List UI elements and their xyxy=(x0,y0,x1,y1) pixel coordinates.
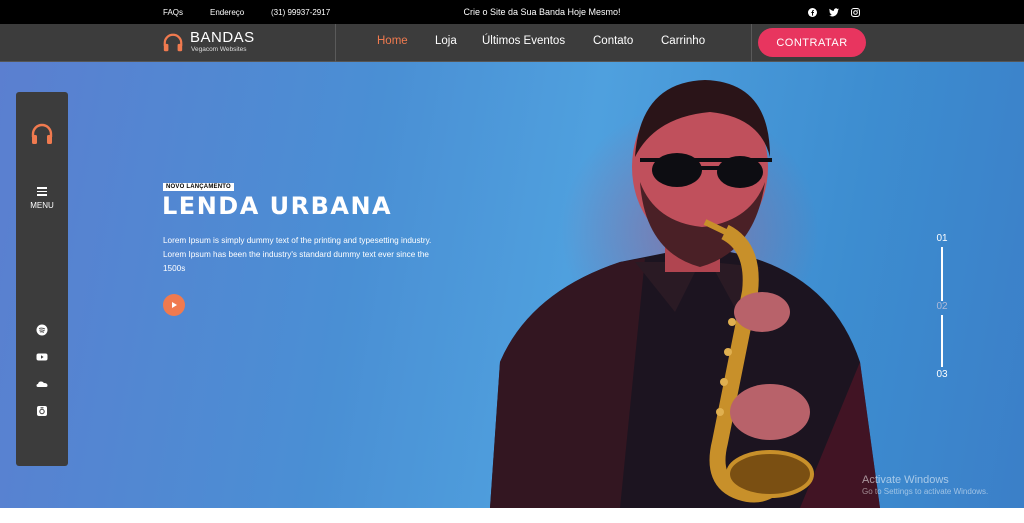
headphones-logo-icon[interactable] xyxy=(162,32,184,54)
activate-windows-subtitle: Go to Settings to activate Windows. xyxy=(862,487,989,496)
facebook-icon[interactable] xyxy=(806,6,818,18)
spotify-icon[interactable] xyxy=(36,324,48,336)
youtube-icon[interactable] xyxy=(36,351,48,363)
main-nav: BANDAS Vegacom Websites Home Loja Último… xyxy=(0,24,1024,62)
nav-item-carrinho[interactable]: Carrinho xyxy=(661,35,705,47)
soundcloud-icon[interactable] xyxy=(36,378,48,390)
slide-01[interactable]: 01 xyxy=(930,233,954,244)
menu-label[interactable]: MENU xyxy=(16,201,68,210)
nav-item-loja[interactable]: Loja xyxy=(435,35,457,47)
pager-line xyxy=(941,315,943,367)
headphones-icon[interactable] xyxy=(30,123,54,145)
saxophone-player-image xyxy=(490,80,880,508)
top-bar: FAQs Endereço (31) 99937-2917 Crie o Sit… xyxy=(0,0,1024,24)
lastfm-icon[interactable] xyxy=(36,405,48,417)
contratar-button[interactable]: CONTRATAR xyxy=(758,28,866,57)
nav-item-eventos[interactable]: Últimos Eventos xyxy=(482,35,565,47)
activate-windows-title: Activate Windows xyxy=(862,474,949,486)
hero-title: LENDA URBANA xyxy=(162,192,393,220)
slide-03[interactable]: 03 xyxy=(930,369,954,380)
instagram-icon[interactable] xyxy=(849,6,861,18)
pager-line xyxy=(941,247,943,301)
side-menu: MENU xyxy=(16,92,68,466)
slide-02[interactable]: 02 xyxy=(930,301,954,312)
twitter-icon[interactable] xyxy=(828,6,840,18)
play-icon xyxy=(172,302,177,308)
menu-icon[interactable] xyxy=(37,187,47,196)
new-release-badge: NOVO LANÇAMENTO xyxy=(163,183,234,191)
slide-pager: 01 02 03 xyxy=(930,233,954,383)
brand-name[interactable]: BANDAS xyxy=(190,29,255,46)
play-button[interactable] xyxy=(163,294,185,316)
nav-divider xyxy=(335,24,336,62)
nav-item-home[interactable]: Home xyxy=(377,35,408,47)
brand-subtitle: Vegacom Websites xyxy=(191,46,247,53)
announcement-text: Crie o Site da Sua Banda Hoje Mesmo! xyxy=(463,7,621,17)
nav-divider xyxy=(751,24,752,62)
hero-description: Lorem Ipsum is simply dummy text of the … xyxy=(163,236,432,273)
nav-item-contato[interactable]: Contato xyxy=(593,35,633,47)
